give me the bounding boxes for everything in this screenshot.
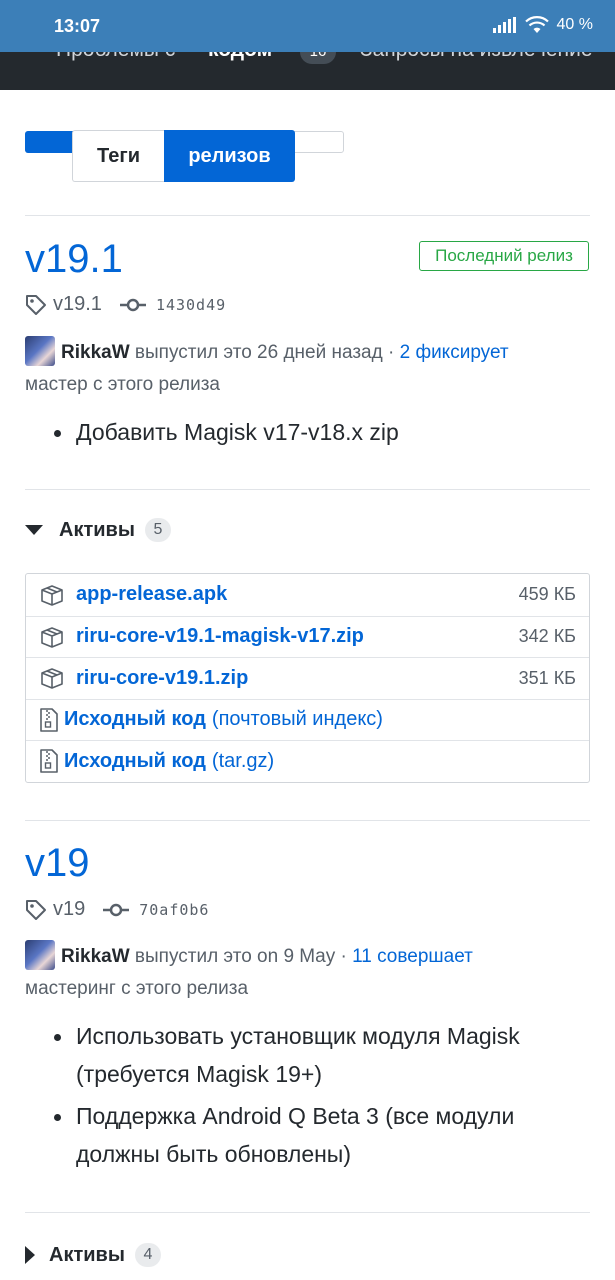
status-bar: 13:07 40 %: [0, 0, 615, 52]
tab-tags[interactable]: Теги: [72, 130, 164, 182]
assets-label: Активы: [59, 518, 135, 541]
asset-size: 351 КБ: [518, 667, 576, 688]
commit-sha[interactable]: 70af0b6: [139, 901, 209, 919]
caret-right-icon: [25, 1246, 35, 1264]
file-zip-icon: [40, 707, 58, 732]
assets-count: 5: [144, 518, 171, 542]
latest-release-badge: Последний релиз: [419, 241, 589, 271]
asset-row[interactable]: riru-core-v19.1-magisk-v17.zip 342 КБ: [26, 615, 589, 658]
release-title[interactable]: v19.1: [25, 237, 123, 282]
status-time: 13:07: [54, 16, 101, 36]
source-row[interactable]: Исходный код (tar.gz): [26, 740, 589, 782]
published-text: выпустил это on 9 May ·: [134, 946, 347, 967]
release-meta: v19 70af0b6: [25, 898, 209, 921]
signal-icon: [492, 17, 516, 33]
commit-icon: [103, 903, 130, 916]
release-tag[interactable]: v19: [53, 898, 85, 921]
nav-issues[interactable]: Проблемы с: [56, 52, 175, 62]
tag-icon: [26, 294, 46, 315]
assets-count: 4: [134, 1243, 161, 1267]
asset-row[interactable]: riru-core-v19.1.zip 351 КБ: [26, 657, 589, 699]
list-item: Использовать установщик модуля Magisk (т…: [50, 1017, 590, 1093]
pulls-counter: 16: [300, 52, 336, 64]
list-item: Добавить Magisk v17-v18.x zip: [50, 413, 590, 451]
source-code-link[interactable]: Исходный код: [64, 708, 206, 731]
source-row[interactable]: Исходный код (почтовый индекс): [26, 698, 589, 741]
divider: [25, 489, 590, 490]
avatar[interactable]: [25, 940, 55, 970]
nav-code[interactable]: кодом: [208, 52, 272, 62]
repo-nav: Проблемы с кодом 16 Запросы на извлечени…: [0, 52, 615, 90]
commits-link[interactable]: 11 совершает: [352, 946, 473, 967]
divider: [25, 215, 590, 216]
list-item: Поддержка Android Q Beta 3 (все модули д…: [50, 1097, 590, 1173]
tab-releases[interactable]: релизов: [164, 130, 295, 182]
nav-pull-requests[interactable]: Запросы на извлечение: [360, 52, 593, 62]
assets-toggle[interactable]: Активы 5: [25, 518, 171, 542]
published-text: выпустил это 26 дней назад ·: [134, 342, 395, 363]
package-icon: [41, 668, 63, 690]
author-name[interactable]: RikkaW: [61, 946, 130, 967]
assets-list: app-release.apk 459 КБ riru-core-v19.1-m…: [25, 573, 590, 783]
release-title[interactable]: v19: [25, 841, 90, 886]
wifi-icon: [524, 16, 549, 33]
divider: [25, 1212, 590, 1213]
release-author-line: RikkaW выпустил это 26 дней назад · 2 фи…: [25, 336, 595, 401]
status-icons: 40 %: [492, 16, 593, 34]
asset-name[interactable]: riru-core-v19.1-magisk-v17.zip: [76, 625, 364, 648]
release-notes: Добавить Magisk v17-v18.x zip: [50, 413, 590, 455]
source-format[interactable]: (tar.gz): [212, 750, 274, 773]
release-tag[interactable]: v19.1: [53, 293, 102, 316]
assets-label: Активы: [49, 1243, 125, 1266]
package-icon: [41, 626, 63, 648]
source-format[interactable]: (почтовый индекс): [212, 708, 383, 731]
package-icon: [41, 584, 63, 606]
commit-icon: [119, 298, 146, 311]
battery-level: 40 %: [556, 16, 593, 33]
asset-name[interactable]: app-release.apk: [76, 583, 227, 606]
asset-name[interactable]: riru-core-v19.1.zip: [76, 667, 248, 690]
tag-icon: [26, 899, 46, 920]
branch-text: мастер с этого релиза: [25, 374, 220, 395]
divider: [25, 820, 590, 821]
commit-sha[interactable]: 1430d49: [156, 296, 226, 314]
assets-toggle[interactable]: Активы 4: [25, 1243, 161, 1267]
avatar[interactable]: [25, 336, 55, 366]
file-zip-icon: [40, 749, 58, 774]
source-code-link[interactable]: Исходный код: [64, 750, 206, 773]
branch-text: мастеринг с этого релиза: [25, 978, 249, 999]
author-name[interactable]: RikkaW: [61, 342, 130, 363]
commits-link[interactable]: 2 фиксирует: [400, 342, 509, 363]
release-meta: v19.1 1430d49: [25, 293, 226, 316]
release-notes: Использовать установщик модуля Magisk (т…: [50, 1017, 590, 1177]
asset-size: 459 КБ: [518, 584, 576, 605]
release-author-line: RikkaW выпустил это on 9 May · 11 соверш…: [25, 940, 595, 1005]
asset-size: 342 КБ: [518, 626, 576, 647]
caret-down-icon: [25, 525, 43, 535]
asset-row[interactable]: app-release.apk 459 КБ: [26, 574, 589, 616]
